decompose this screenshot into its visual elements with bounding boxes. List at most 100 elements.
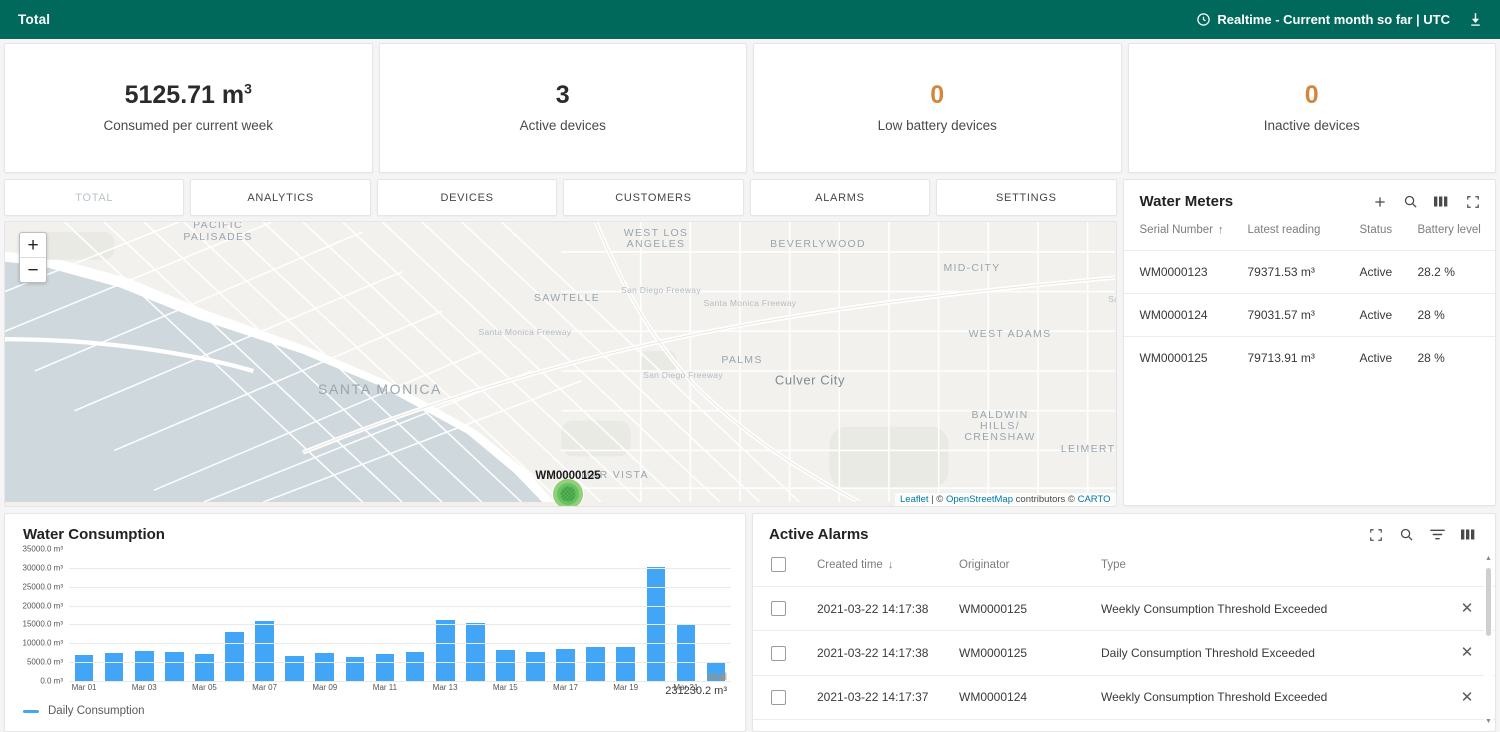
chart-bar[interactable] [255,621,274,681]
scroll-down-icon[interactable]: ▼ [1484,715,1493,727]
chart-gridline [69,606,731,607]
zoom-in-button[interactable]: + [20,233,46,258]
chart-bar[interactable] [556,649,575,681]
tab-alarms[interactable]: ALARMS [750,179,930,216]
row-checkbox[interactable] [771,690,786,705]
row-checkbox[interactable] [771,601,786,616]
plus-icon[interactable] [1371,193,1388,210]
col-originator[interactable]: Originator [959,551,1101,587]
sort-ascending-icon: ↑ [1218,224,1224,236]
chart-bar[interactable] [406,652,425,681]
chart-bar[interactable] [225,632,244,681]
chart-bar[interactable] [616,647,635,681]
chart-bar[interactable] [165,652,184,681]
columns-icon[interactable] [1433,193,1450,210]
chart-title: Water Consumption [5,514,745,543]
chart-x-tick-label: Mar 17 [553,683,578,692]
map-marker-wm0000125[interactable] [553,479,583,507]
cell-serial: WM0000124 [1124,294,1248,337]
cell-created-time: 2021-03-22 14:17:37 [817,719,959,731]
kpi-card-active-devices: 3 Active devices [379,43,748,173]
chart-gridline [69,587,731,588]
chart-bar[interactable] [315,653,334,681]
table-row[interactable]: WM0000125 79713.91 m³ Active 28 % [1124,337,1496,380]
close-icon[interactable]: ✕ [1461,645,1474,660]
chart-bar[interactable] [285,656,304,681]
col-status[interactable]: Status [1360,220,1418,251]
col-serial-number[interactable]: Serial Number ↑ [1124,220,1248,251]
kpi-label: Active devices [520,118,606,133]
chart-bar[interactable] [195,654,214,681]
chart-bar[interactable] [376,654,395,681]
select-all-checkbox[interactable] [771,557,786,572]
tab-settings[interactable]: SETTINGS [936,179,1116,216]
scrollbar-thumb[interactable] [1486,568,1491,636]
osm-link[interactable]: OpenStreetMap [946,494,1013,505]
fullscreen-icon[interactable] [1464,193,1481,210]
cell-status: Active [1360,337,1418,380]
table-row[interactable]: 2021-03-22 14:17:38 WM0000125 Weekly Con… [753,587,1495,631]
active-alarms-title: Active Alarms [769,526,869,543]
chart-y-tick-label: 5000.0 m³ [27,658,63,667]
search-icon[interactable] [1398,526,1415,543]
select-all-header [753,551,817,587]
filter-icon[interactable] [1429,526,1446,543]
map-attribution: Leaflet | © OpenStreetMap contributors ©… [895,493,1115,506]
map-widget[interactable]: + − WM0000125 2 Leaflet | © OpenStreetMa… [4,221,1117,507]
legend-swatch-daily-consumption [23,710,39,713]
table-row[interactable]: 2021-03-22 14:17:37 WM0000124 Weekly Con… [753,675,1495,719]
row-select [753,675,817,719]
chart-bar[interactable] [105,653,124,681]
col-created-time[interactable]: Created time↓ [817,551,959,587]
chart-gridline [69,624,731,625]
chart-x-tick-label: Mar 07 [252,683,277,692]
chart-bar[interactable] [466,623,485,681]
chart-bar[interactable] [436,620,455,681]
fullscreen-icon[interactable] [1367,526,1384,543]
map-column: TOTAL ANALYTICS DEVICES CUSTOMERS ALARMS… [4,179,1117,507]
chart-bar[interactable] [135,651,154,681]
col-label: Created time [817,559,883,571]
close-icon[interactable]: ✕ [1461,601,1474,616]
table-row[interactable]: 2021-03-22 14:17:37 WM0000124 Daily Cons… [753,719,1495,731]
col-battery-level[interactable]: Battery level [1418,220,1496,251]
col-label: Serial Number [1140,224,1214,236]
row-select [753,631,817,675]
tab-analytics[interactable]: ANALYTICS [190,179,370,216]
row-checkbox[interactable] [771,646,786,661]
tab-devices[interactable]: DEVICES [377,179,557,216]
chart-x-axis: Mar 01Mar 03Mar 05Mar 07Mar 09Mar 11Mar … [69,683,731,697]
chart-bar[interactable] [346,657,365,681]
cell-reading: 79031.57 m³ [1248,294,1360,337]
close-icon[interactable]: ✕ [1461,690,1474,705]
col-latest-reading[interactable]: Latest reading [1248,220,1360,251]
leaflet-link[interactable]: Leaflet [900,494,929,505]
water-meters-panel: Water Meters [1123,179,1497,506]
tab-total[interactable]: TOTAL [4,179,184,216]
map-zoom-control[interactable]: + − [19,232,47,283]
col-type[interactable]: Type [1101,551,1439,587]
table-row[interactable]: WM0000123 79371.53 m³ Active 28.2 % [1124,251,1496,294]
chart-bar[interactable] [496,650,515,681]
search-icon[interactable] [1402,193,1419,210]
time-window-selector[interactable]: Realtime - Current month so far | UTC [1196,12,1450,27]
chart-legend[interactable]: Daily Consumption [23,705,145,717]
cell-originator: WM0000125 [959,631,1101,675]
chart-x-tick-label: Mar 15 [493,683,518,692]
tab-customers[interactable]: CUSTOMERS [563,179,743,216]
row-select [753,587,817,631]
table-row[interactable]: 2021-03-22 14:17:38 WM0000125 Daily Cons… [753,631,1495,675]
scroll-up-icon[interactable]: ▲ [1484,552,1493,564]
chart-bar[interactable] [75,655,94,681]
chart-bar[interactable] [586,647,605,681]
table-row[interactable]: WM0000124 79031.57 m³ Active 28 % [1124,294,1496,337]
chart-bar[interactable] [526,652,545,681]
columns-icon[interactable] [1460,526,1477,543]
carto-link[interactable]: CARTO [1078,494,1111,505]
chart-y-tick-label: 0.0 m³ [40,677,63,686]
chart-gridline [69,662,731,663]
legend-label-daily-consumption: Daily Consumption [48,705,145,717]
zoom-out-button[interactable]: − [20,258,46,282]
download-icon[interactable] [1464,9,1486,31]
alarms-scrollbar[interactable]: ▲ ▼ [1484,552,1493,727]
